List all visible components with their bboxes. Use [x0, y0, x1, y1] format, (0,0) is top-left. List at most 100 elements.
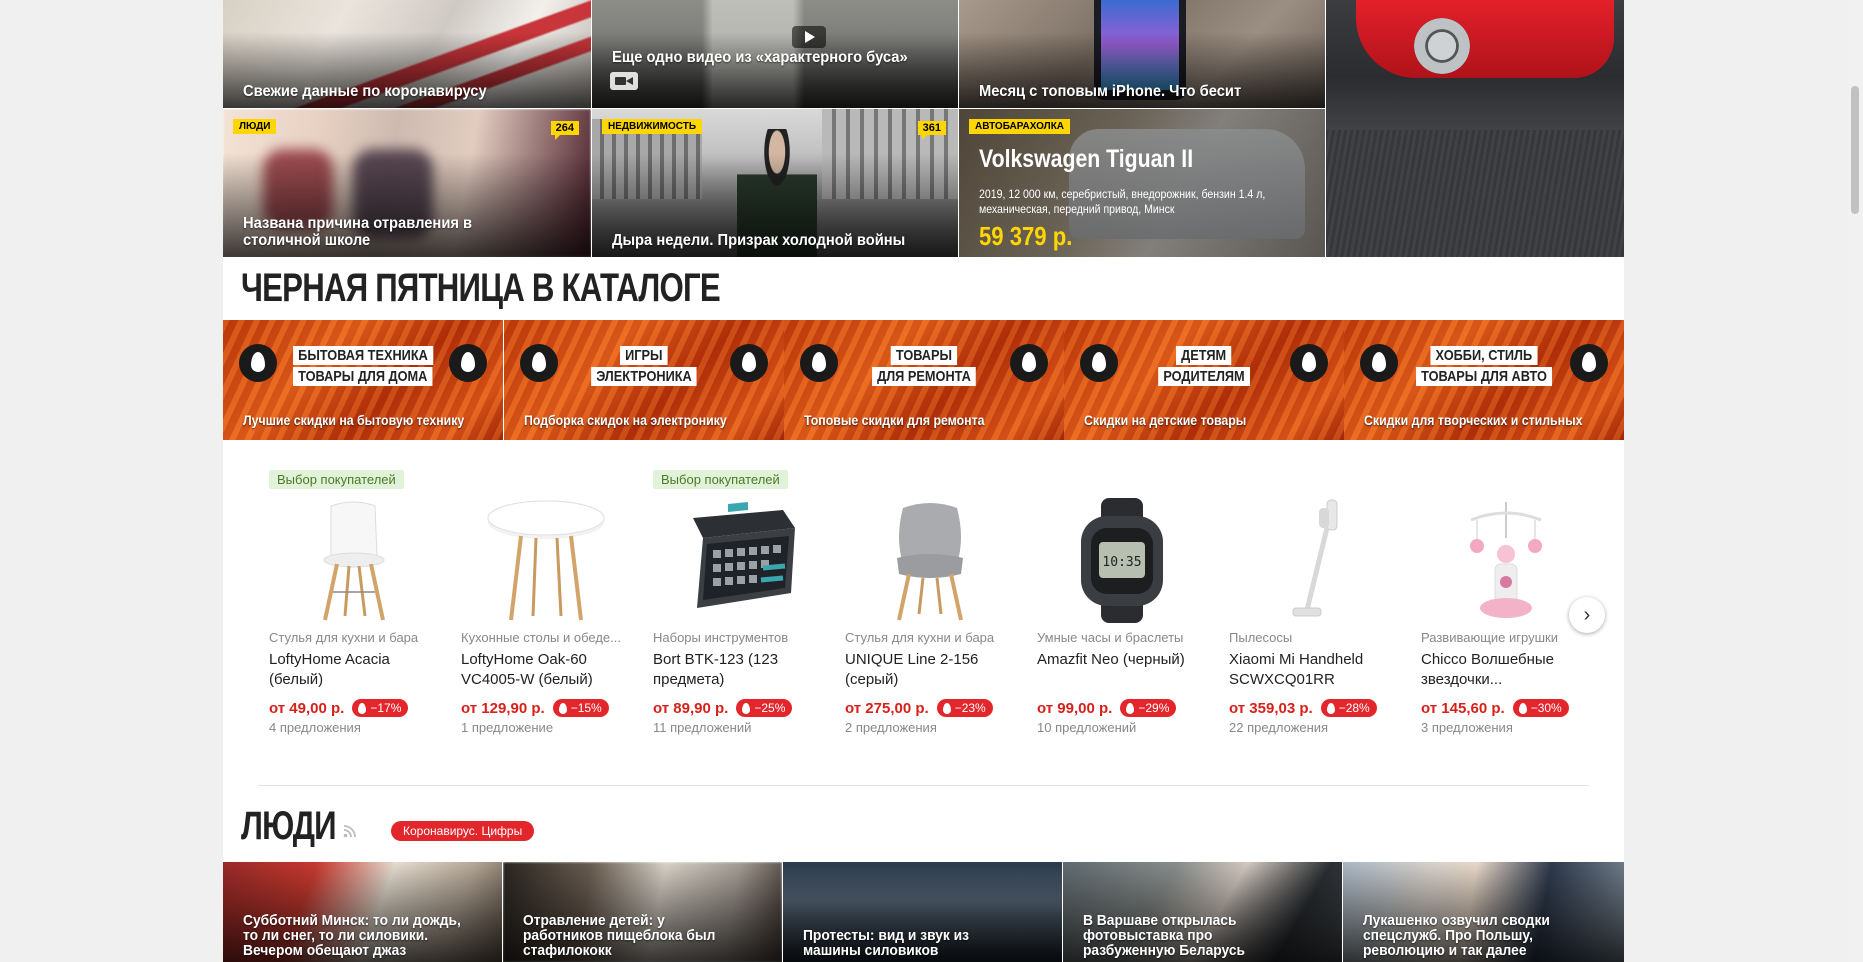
product-name[interactable]: Amazfit Neo (черный) — [1037, 650, 1197, 670]
offers-count[interactable]: 22 предложения — [1229, 720, 1328, 735]
catalog-banner-hobby[interactable]: ХОББИ, СТИЛЬ ТОВАРЫ ДЛЯ АВТО Скидки для т… — [1344, 320, 1624, 440]
news-tile-iphone[interactable]: Месяц с топовым iPhone. Что бесит — [959, 0, 1325, 108]
banner-caption: Лучшие скидки на бытовую технику — [243, 412, 465, 428]
catalog-heading[interactable]: ЧЕРНАЯ ПЯТНИЦА В КАТАЛОГЕ — [241, 266, 721, 311]
offers-count[interactable]: 3 предложения — [1421, 720, 1513, 735]
news-title[interactable]: Лукашенко озвучил сводки спецслужб. Про … — [1363, 913, 1585, 958]
product-name[interactable]: LoftyHome Oak-60 VC4005-W (белый) — [461, 650, 621, 690]
product-price[interactable]: от 99,00 р. — [1037, 700, 1112, 717]
banner-line: ТОВАРЫ ДЛЯ ДОМА — [293, 367, 433, 386]
news-title[interactable]: Протесты: вид и звук из машины силовиков — [803, 928, 1023, 958]
fire-icon — [1290, 344, 1328, 382]
people-heading[interactable]: ЛЮДИ — [241, 804, 337, 849]
product-category[interactable]: Развивающие игрушки — [1421, 630, 1586, 645]
catalog-banner-kids[interactable]: ДЕТЯМ РОДИТЕЛЯМ Скидки на детские товары — [1064, 320, 1344, 440]
fire-icon — [449, 344, 487, 382]
product-price[interactable]: от 89,90 р. — [653, 700, 728, 717]
section-divider — [258, 785, 1589, 786]
topic-pill[interactable]: Коронавирус. Цифры — [391, 821, 535, 841]
banner-line: РОДИТЕЛЯМ — [1158, 367, 1250, 386]
product-price[interactable]: от 145,60 р. — [1421, 700, 1505, 717]
discount-badge: −30% — [1512, 699, 1569, 717]
offers-count[interactable]: 4 предложения — [269, 720, 361, 735]
news-title[interactable]: Свежие данные по коронавирусу — [243, 83, 545, 100]
news-tile-coronavirus[interactable]: Свежие данные по коронавирусу — [223, 0, 591, 108]
page-scrollbar[interactable] — [1847, 0, 1863, 962]
play-icon[interactable] — [792, 26, 826, 48]
product-image-table[interactable] — [481, 498, 611, 623]
product-category[interactable]: Стулья для кухни и бара — [845, 630, 1010, 645]
people-tile[interactable]: Отравление детей: у работников пищеблока… — [503, 862, 782, 962]
product-image-vacuum[interactable] — [1249, 498, 1379, 623]
news-title[interactable]: Названа причина отравления в столичной ш… — [243, 215, 545, 249]
car-title[interactable]: Volkswagen Tiguan II — [979, 145, 1193, 174]
page-content: Свежие данные по коронавирусу Еще одно в… — [223, 0, 1624, 962]
category-tag[interactable]: Люди — [233, 119, 277, 134]
banner-caption: Топовые скидки для ремонта — [804, 412, 985, 428]
product-name[interactable]: Bort BTK-123 (123 предмета) — [653, 650, 813, 690]
catalog-banner-electronics[interactable]: ИГРЫ ЭЛЕКТРОНИКА Подборка скидок на элект… — [504, 320, 784, 440]
category-tag[interactable]: Недвижимость — [602, 119, 703, 134]
product-name[interactable]: LoftyHome Acacia (белый) — [269, 650, 429, 690]
carousel-next-button[interactable]: › — [1569, 597, 1605, 633]
product-image-mobile-toy[interactable] — [1441, 498, 1571, 623]
ad-tile-car[interactable] — [1326, 0, 1624, 257]
banner-caption: Скидки на детские товары — [1084, 412, 1247, 428]
banner-line: ТОВАРЫ ДЛЯ АВТО — [1416, 367, 1552, 386]
product-image-chair[interactable] — [289, 498, 419, 623]
product-name[interactable]: Xiaomi Mi Handheld SCWXCQ01RR — [1229, 650, 1389, 690]
banner-line: ИГРЫ — [620, 346, 668, 365]
product-image-toolkit[interactable] — [673, 498, 803, 623]
news-tile-people[interactable]: Люди 264 Названа причина отравления в ст… — [223, 109, 591, 257]
fire-icon — [742, 702, 751, 714]
news-tile-video[interactable]: Еще одно видео из «характерного буса» — [592, 0, 958, 108]
people-tile[interactable]: Субботний Минск: то ли дождь, то ли снег… — [223, 862, 502, 962]
fire-icon — [1080, 344, 1118, 382]
news-title[interactable]: Дыра недели. Призрак холодной войны — [612, 232, 912, 249]
category-tag[interactable]: Автобарахолка — [969, 119, 1071, 134]
news-title[interactable]: В Варшаве открылась фотовыставка про раз… — [1083, 913, 1303, 958]
catalog-banner-repair[interactable]: ТОВАРЫ ДЛЯ РЕМОНТА Топовые скидки для рем… — [784, 320, 1064, 440]
news-title[interactable]: Месяц с топовым iPhone. Что бесит — [979, 83, 1279, 100]
people-tile[interactable]: Лукашенко озвучил сводки спецслужб. Про … — [1343, 862, 1624, 962]
news-title[interactable]: Еще одно видео из «характерного буса» — [612, 49, 912, 66]
discount-value: −17% — [370, 701, 402, 715]
product-name[interactable]: UNIQUE Line 2-156 (серый) — [845, 650, 1005, 690]
news-title[interactable]: Субботний Минск: то ли дождь, то ли снег… — [243, 913, 463, 958]
product-image-watch[interactable]: 10:35 — [1057, 498, 1187, 623]
discount-badge: −15% — [552, 699, 609, 717]
product-category[interactable]: Кухонные столы и обеде... — [461, 630, 626, 645]
offers-count[interactable]: 2 предложения — [845, 720, 937, 735]
product-price[interactable]: от 359,03 р. — [1229, 700, 1313, 717]
product-price[interactable]: от 129,90 р. — [461, 700, 545, 717]
news-title[interactable]: Отравление детей: у работников пищеблока… — [523, 913, 743, 958]
people-tile[interactable]: В Варшаве открылась фотовыставка про раз… — [1063, 862, 1342, 962]
product-image-armchair[interactable] — [865, 498, 995, 623]
product-category[interactable]: Пылесосы — [1229, 630, 1394, 645]
offers-count[interactable]: 1 предложение — [461, 720, 553, 735]
discount-value: −25% — [754, 701, 786, 715]
product-category[interactable]: Умные часы и браслеты — [1037, 630, 1202, 645]
rss-icon[interactable] — [343, 824, 357, 838]
banner-caption: Подборка скидок на электронику — [524, 412, 727, 428]
people-tile[interactable]: Протесты: вид и звук из машины силовиков — [783, 862, 1062, 962]
product-price[interactable]: от 275,00 р. — [845, 700, 929, 717]
comments-count-badge[interactable]: 264 — [550, 121, 579, 140]
buyers-choice-badge: Выбор покупателей — [653, 470, 788, 489]
comments-count-badge[interactable]: 361 — [917, 121, 946, 140]
fire-icon — [1010, 344, 1048, 382]
product-category[interactable]: Стулья для кухни и бара — [269, 630, 434, 645]
scrollbar-thumb[interactable] — [1851, 86, 1859, 214]
catalog-banner-appliances[interactable]: БЫТОВАЯ ТЕХНИКА ТОВАРЫ ДЛЯ ДОМА Лучшие ск… — [223, 320, 503, 440]
banner-line: БЫТОВАЯ ТЕХНИКА — [293, 346, 433, 365]
offers-count[interactable]: 10 предложений — [1037, 720, 1136, 735]
auto-ad-tile[interactable]: Автобарахолка Volkswagen Tiguan II 2019,… — [959, 109, 1325, 257]
product-price[interactable]: от 49,00 р. — [269, 700, 344, 717]
fire-icon — [730, 344, 768, 382]
product-category[interactable]: Наборы инструментов — [653, 630, 818, 645]
discount-badge: −17% — [352, 699, 409, 717]
product-name[interactable]: Chicco Волшебные звездочки... — [1421, 650, 1581, 690]
news-tile-realty[interactable]: Недвижимость 361 Дыра недели. Призрак хо… — [592, 109, 958, 257]
offers-count[interactable]: 11 предложений — [653, 720, 751, 735]
fire-icon — [942, 702, 951, 714]
